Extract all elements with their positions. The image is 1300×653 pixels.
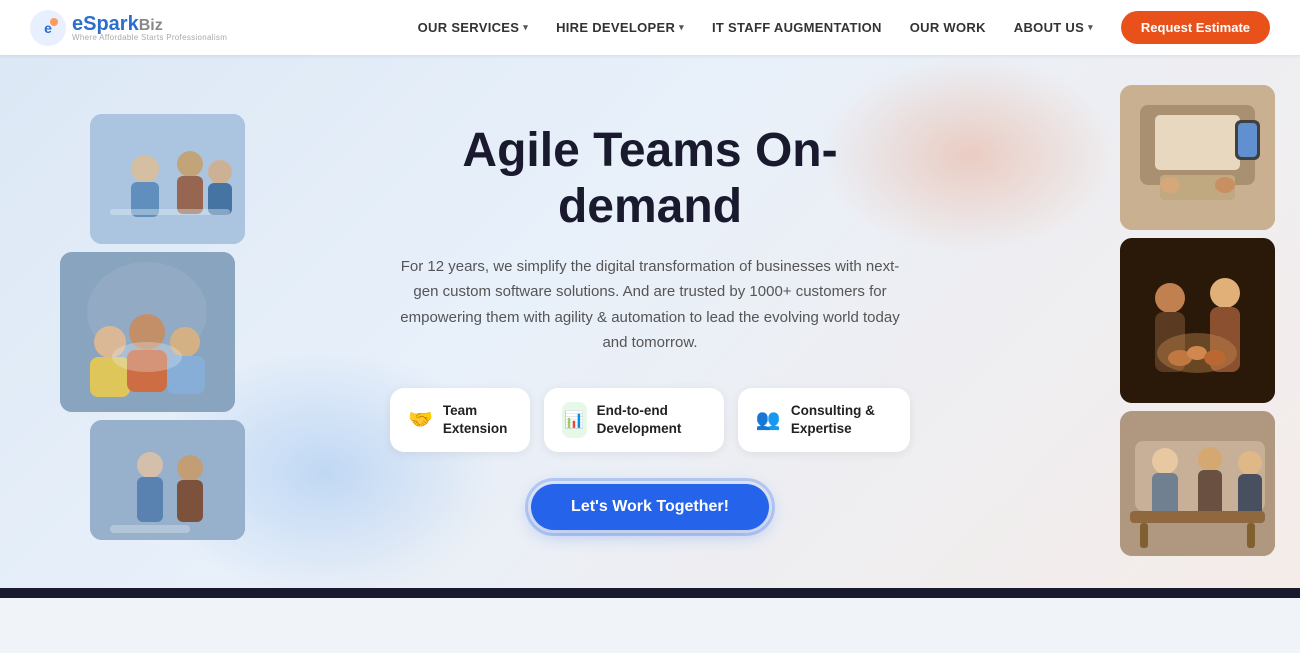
nav-item-our-work[interactable]: OUR WORK (910, 20, 986, 35)
logo-tagline: Where Affordable Starts Professionalism (72, 34, 227, 42)
collage-right-top (1120, 85, 1275, 230)
collage-image-top (90, 114, 245, 244)
feature-card-end-to-end[interactable]: 📊 End-to-end Development (544, 388, 724, 452)
nav-item-our-services[interactable]: OUR SERVICES ▾ (418, 20, 528, 35)
collage-image-middle (60, 252, 235, 412)
nav-item-about-us[interactable]: ABOUT US ▾ (1014, 20, 1093, 35)
hero-description: For 12 years, we simplify the digital tr… (390, 254, 910, 356)
chevron-down-icon: ▾ (523, 22, 528, 33)
hero-content: Agile Teams On-demand For 12 years, we s… (390, 123, 910, 529)
feature-cards: 🤝 Team Extension 📊 End-to-end Developmen… (390, 388, 910, 452)
nav-item-hire-developer[interactable]: HIRE DEVELOPER ▾ (556, 20, 684, 35)
end-to-end-icon: 📊 (562, 402, 587, 438)
feature-card-consulting[interactable]: 👥 Consulting & Expertise (738, 388, 910, 452)
logo-text: eSparkBiz Where Affordable Starts Profes… (72, 14, 227, 42)
hero-title: Agile Teams On-demand (390, 123, 910, 233)
logo[interactable]: e eSparkBiz Where Affordable Starts Prof… (30, 10, 227, 46)
chevron-down-icon: ▾ (1088, 22, 1093, 33)
collage-image-bottom (90, 420, 245, 540)
hero-section: Agile Teams On-demand For 12 years, we s… (0, 55, 1300, 598)
request-estimate-button[interactable]: Request Estimate (1121, 11, 1270, 44)
team-extension-label: Team Extension (443, 402, 512, 437)
feature-card-team-extension[interactable]: 🤝 Team Extension (390, 388, 530, 452)
nav-links: OUR SERVICES ▾ HIRE DEVELOPER ▾ IT STAFF… (418, 11, 1270, 44)
consulting-icon: 👥 (756, 402, 781, 438)
navbar: e eSparkBiz Where Affordable Starts Prof… (0, 0, 1300, 55)
logo-icon: e (30, 10, 66, 46)
collage-right-middle (1120, 238, 1275, 403)
team-extension-icon: 🤝 (408, 402, 433, 438)
consulting-label: Consulting & Expertise (791, 402, 892, 437)
chevron-down-icon: ▾ (679, 22, 684, 33)
footer-hint-bar (0, 588, 1300, 598)
collage-right-bottom (1120, 411, 1275, 556)
end-to-end-label: End-to-end Development (597, 402, 706, 437)
nav-item-it-staff[interactable]: IT STAFF AUGMENTATION (712, 20, 882, 35)
left-image-collage (0, 55, 280, 598)
right-image-collage (1100, 85, 1300, 598)
cta-button[interactable]: Let's Work Together! (531, 484, 769, 530)
